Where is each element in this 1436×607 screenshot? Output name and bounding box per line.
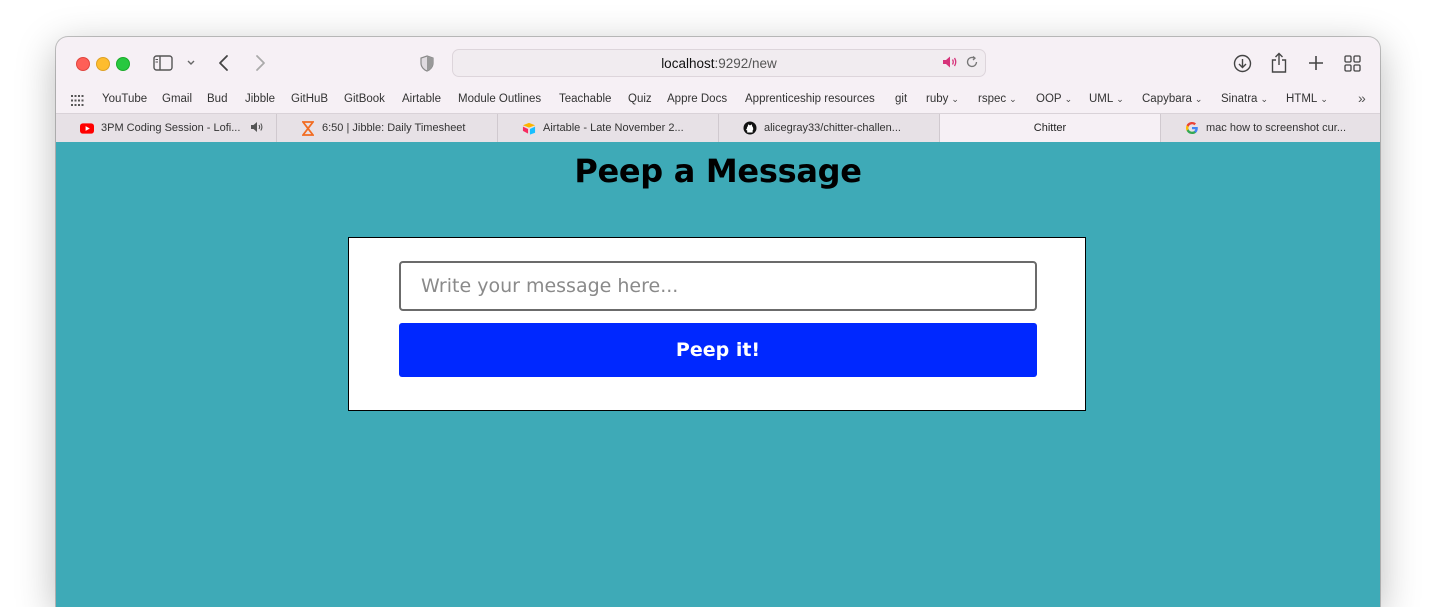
peep-submit-button[interactable]: Peep it! <box>399 323 1037 377</box>
browser-toolbar: localhost:9292/new <box>56 37 1380 89</box>
bookmark-label: Airtable <box>402 93 441 105</box>
bookmarks-overflow-icon[interactable]: » <box>1358 90 1366 106</box>
bookmark-label: Bud <box>207 93 228 105</box>
bookmark-label: Quiz <box>628 93 652 105</box>
chevron-down-icon: ⌄ <box>1320 93 1328 104</box>
bookmark-item[interactable]: GitBook <box>344 93 385 105</box>
youtube-icon <box>80 121 94 135</box>
bookmark-folder[interactable]: OOP ⌄ <box>1036 93 1072 105</box>
page-title: Peep a Message <box>574 152 862 190</box>
tab-overview-icon[interactable] <box>1342 53 1362 73</box>
tab-youtube[interactable]: 3PM Coding Session - Lofi... <box>56 114 277 142</box>
bookmark-item[interactable]: Airtable <box>402 93 441 105</box>
bookmark-item[interactable]: Module Outlines <box>458 93 541 105</box>
bookmark-item[interactable]: Teachable <box>559 93 611 105</box>
bookmark-item[interactable]: Gmail <box>162 93 192 105</box>
chevron-down-icon: ⌄ <box>1260 93 1268 104</box>
google-icon <box>1185 121 1199 135</box>
bookmark-folder[interactable]: HTML ⌄ <box>1286 93 1328 105</box>
tab-airtable[interactable]: Airtable - Late November 2... <box>498 114 719 142</box>
new-tab-icon[interactable] <box>1306 53 1326 73</box>
browser-window: localhost:9292/new YouTube Gmail Bud Jib <box>56 37 1380 607</box>
bookmark-label: Capybara <box>1142 93 1192 105</box>
bookmark-item[interactable]: YouTube <box>102 93 147 105</box>
bookmark-label: OOP <box>1036 93 1062 105</box>
bookmark-label: Appre Docs <box>667 93 728 105</box>
tab-jibble[interactable]: 6:50 | Jibble: Daily Timesheet <box>277 114 498 142</box>
bookmark-label: GitHuB <box>291 93 329 105</box>
tab-title: alicegray33/chitter-challen... <box>764 122 901 134</box>
tab-title: Airtable - Late November 2... <box>543 122 684 134</box>
minimize-window-button[interactable] <box>96 57 110 71</box>
bookmark-item[interactable]: git <box>895 93 907 105</box>
bookmark-folder[interactable]: Capybara ⌄ <box>1142 93 1202 105</box>
chevron-down-icon: ⌄ <box>951 93 959 104</box>
bookmark-label: Apprenticeship resources <box>745 93 875 105</box>
bookmark-item[interactable]: Bud <box>207 93 227 105</box>
bookmark-label: GitBook <box>344 93 385 105</box>
privacy-shield-icon[interactable] <box>419 54 435 72</box>
bookmark-label: HTML <box>1286 93 1318 105</box>
bookmark-item[interactable]: GitHuB <box>291 93 328 105</box>
bookmark-folder[interactable]: rspec ⌄ <box>978 93 1017 105</box>
bookmark-label: YouTube <box>102 93 148 105</box>
forward-icon[interactable] <box>252 54 268 72</box>
back-icon[interactable] <box>216 54 232 72</box>
bookmark-item[interactable]: Apprenticeship resources <box>745 93 875 105</box>
tab-chitter-active[interactable]: Chitter <box>940 114 1161 142</box>
github-icon <box>743 121 757 135</box>
address-bar[interactable]: localhost:9292/new <box>452 49 986 77</box>
bookmark-label: UML <box>1089 93 1114 105</box>
downloads-icon[interactable] <box>1232 53 1252 73</box>
peep-form: Peep it! <box>348 237 1086 411</box>
tab-title: 3PM Coding Session - Lofi... <box>101 122 241 134</box>
bookmarks-bar: YouTube Gmail Bud Jibble GitHuB GitBook … <box>56 89 1380 113</box>
message-input[interactable] <box>399 261 1037 311</box>
chevron-down-icon[interactable] <box>185 57 197 69</box>
sidebar-icon[interactable] <box>153 54 173 72</box>
bookmark-item[interactable]: Quiz <box>628 93 652 105</box>
bookmark-label: Sinatra <box>1221 93 1258 105</box>
reload-icon[interactable] <box>965 55 979 69</box>
tab-title: mac how to screenshot cur... <box>1206 122 1347 134</box>
bookmark-item[interactable]: Appre Docs <box>667 93 727 105</box>
apps-grid-icon[interactable] <box>71 95 84 106</box>
audio-playing-icon[interactable] <box>250 121 264 136</box>
tab-google-search[interactable]: mac how to screenshot cur... <box>1161 114 1380 142</box>
share-icon[interactable] <box>1269 51 1289 73</box>
bookmark-label: ruby <box>926 93 949 105</box>
bookmark-item[interactable]: Jibble <box>245 93 275 105</box>
bookmark-folder[interactable]: Sinatra ⌄ <box>1221 93 1268 105</box>
bookmark-label: Teachable <box>559 93 612 105</box>
maximize-window-button[interactable] <box>116 57 130 71</box>
tab-title: Chitter <box>1033 122 1067 134</box>
tab-github[interactable]: alicegray33/chitter-challen... <box>719 114 940 142</box>
bookmark-label: Jibble <box>245 93 276 105</box>
url-path: :9292/new <box>714 55 777 71</box>
bookmark-folder[interactable]: ruby ⌄ <box>926 93 959 105</box>
chevron-down-icon: ⌄ <box>1194 93 1203 104</box>
speaker-icon[interactable] <box>942 55 958 69</box>
tab-title: 6:50 | Jibble: Daily Timesheet <box>322 122 466 134</box>
tab-bar: 3PM Coding Session - Lofi... 6:50 | Jibb… <box>56 113 1380 144</box>
url-host: localhost <box>661 55 715 71</box>
airtable-icon <box>522 121 536 135</box>
bookmark-label: Module Outlines <box>458 93 542 105</box>
chevron-down-icon: ⌄ <box>1116 93 1124 104</box>
hourglass-icon <box>301 120 315 136</box>
bookmark-label: git <box>895 93 908 105</box>
page-content: Peep a Message Peep it! <box>56 142 1380 607</box>
chevron-down-icon: ⌄ <box>1009 93 1017 104</box>
bookmark-folder[interactable]: UML ⌄ <box>1089 93 1124 105</box>
bookmark-label: rspec <box>978 93 1007 105</box>
chevron-down-icon: ⌄ <box>1064 93 1073 104</box>
bookmark-label: Gmail <box>162 93 193 105</box>
close-window-button[interactable] <box>76 57 90 71</box>
